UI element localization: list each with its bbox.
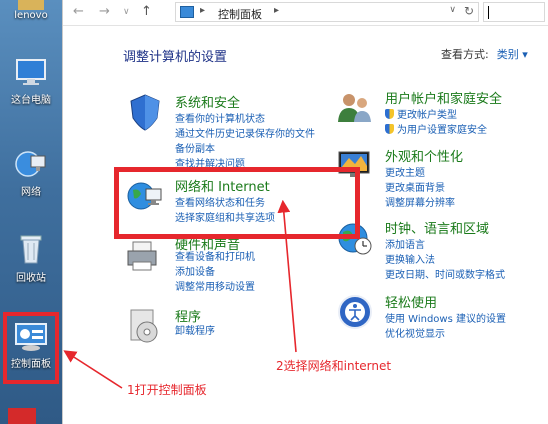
annotation-arrows (63, 199, 297, 389)
annotation-step-1: 1打开控制面板 (127, 383, 207, 397)
arrow-to-network (277, 199, 297, 353)
annotation-step-2: 2选择网络和internet (276, 359, 392, 373)
arrow-to-control-panel (63, 350, 123, 389)
